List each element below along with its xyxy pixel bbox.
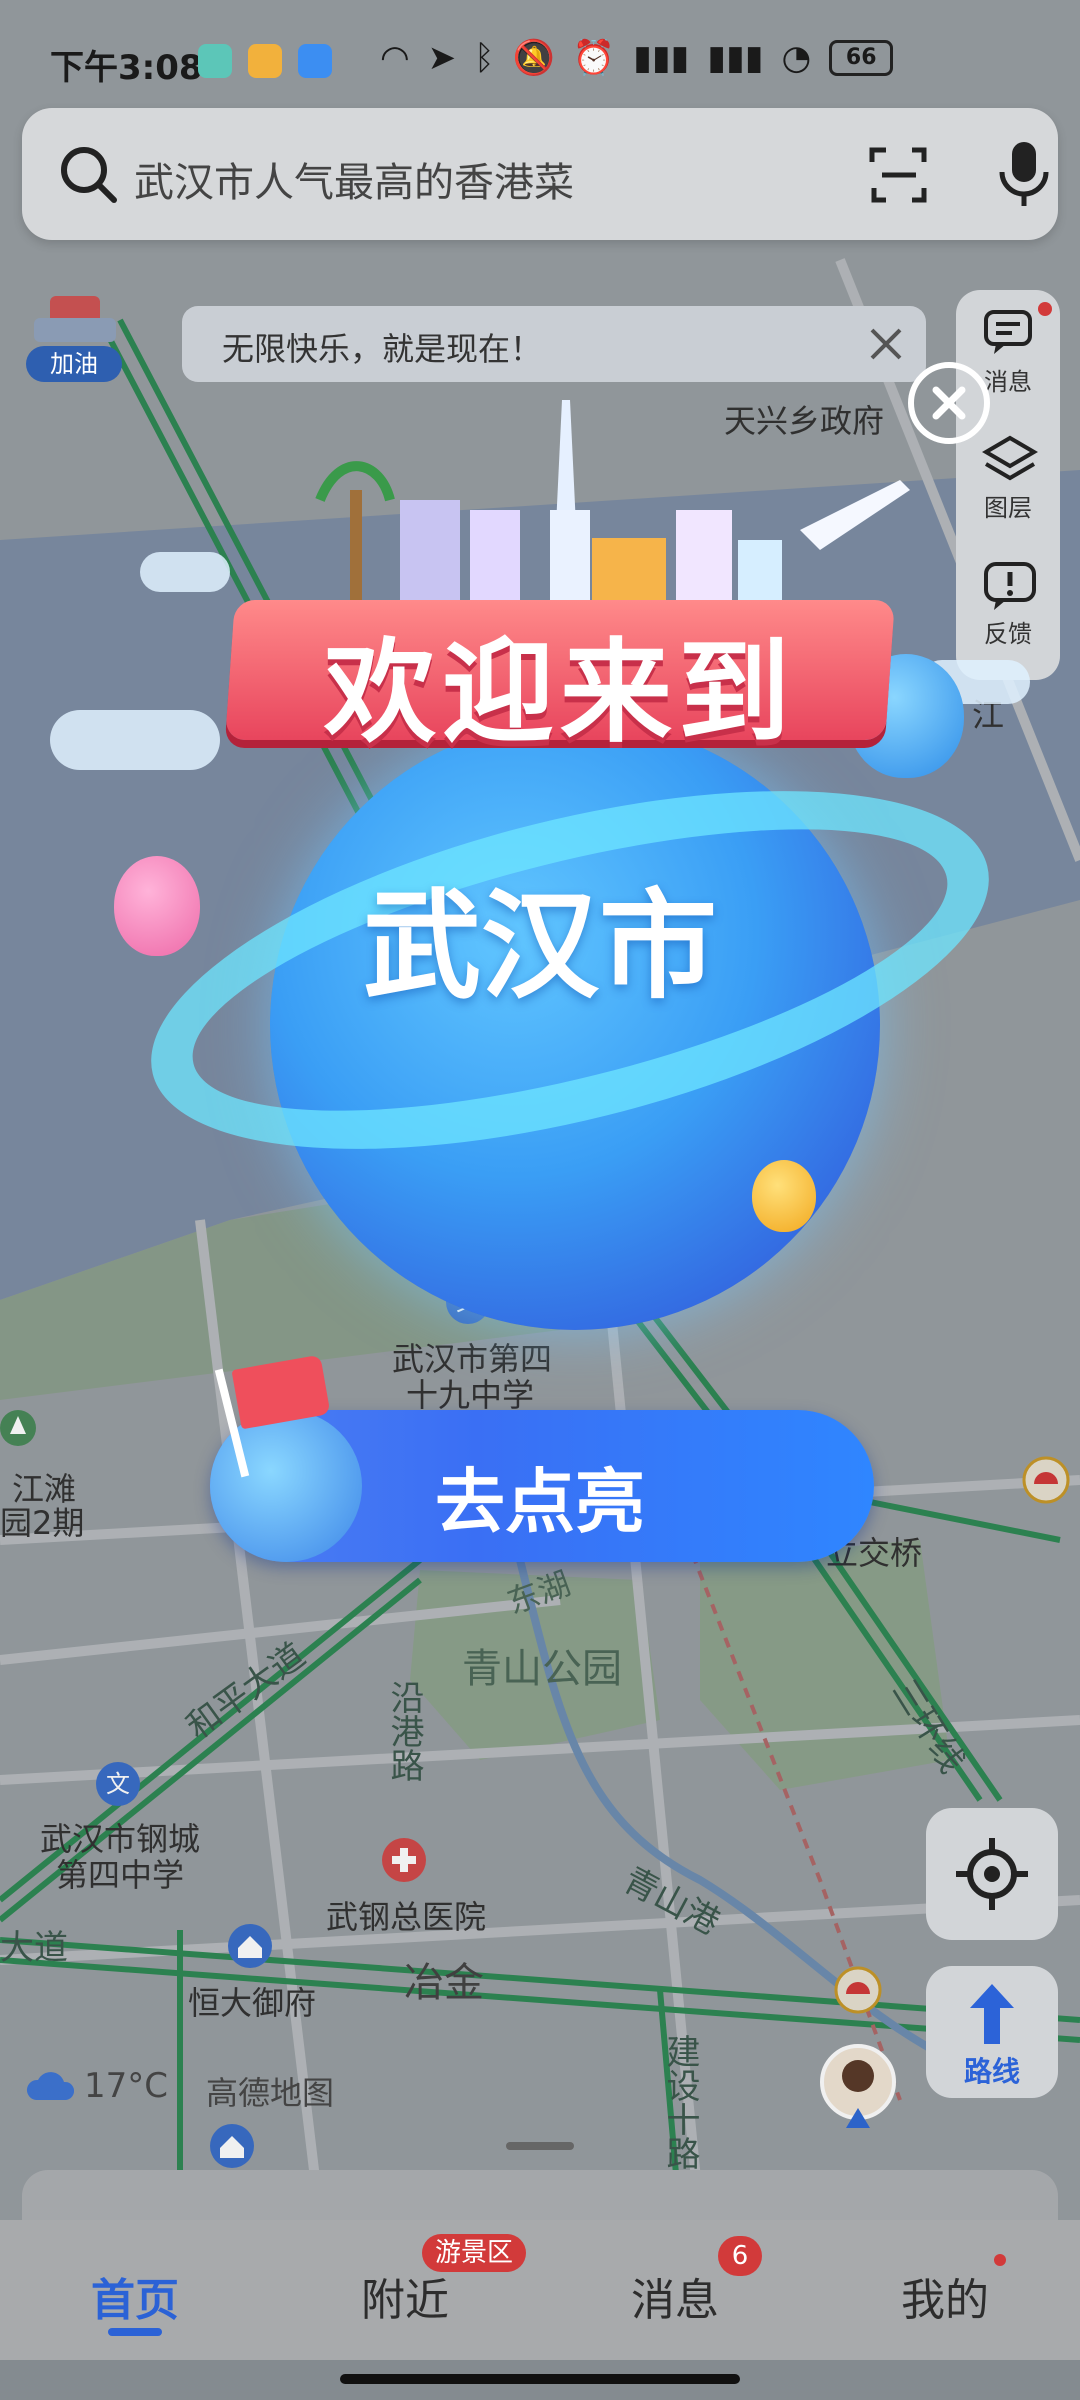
route-label: 路线 [963, 2055, 1020, 2088]
gas-station-marker-icon[interactable] [834, 1966, 882, 2022]
brand-watermark: 高德地图 [206, 2074, 335, 2112]
wifi-icon: ◔ [781, 38, 812, 78]
route-arrow-icon [970, 1984, 1014, 2044]
wechat-notification-icon [198, 44, 232, 78]
active-tab-indicator [108, 2328, 162, 2336]
search-input[interactable]: 武汉市人气最高的香港菜 [134, 150, 574, 208]
city-name: 武汉市 [362, 877, 717, 1015]
microphone-icon[interactable] [996, 138, 1052, 210]
notice-bar[interactable]: 无限快乐，就是现在！ [182, 306, 926, 382]
bluetooth-icon: ᛒ [474, 38, 495, 78]
light-up-label: 去点亮 [435, 1461, 645, 1543]
map-label-yangang: 沿港路 [384, 1680, 424, 1782]
headphones-icon: ◠ [380, 38, 410, 78]
battery-indicator: 66 [829, 40, 894, 76]
map-label-yejin: 冶金 [404, 1960, 484, 2006]
alarm-icon: ⏰ [572, 38, 616, 78]
school-marker-icon[interactable]: 文 [94, 1760, 142, 1808]
map-label-jiangtan-2: 园2期 [0, 1504, 85, 1542]
cloud-decoration [140, 552, 230, 592]
route-button[interactable]: 路线 [926, 1966, 1058, 2098]
map-label-jianshe: 建设十路 [660, 2034, 700, 2170]
welcome-popup: 欢迎来到 武汉市 [40, 380, 1040, 1330]
bottom-tab-bar: 首页 附近 游景区 消息 6 我的 [0, 2220, 1080, 2360]
scenic-badge: 游景区 [422, 2234, 526, 2272]
tab-nearby[interactable]: 附近 游景区 [270, 2220, 540, 2360]
svg-text:文: 文 [106, 1770, 130, 1798]
signal-icon: ▮▮▮ [633, 38, 690, 78]
map-label-qingshan-park: 青山公园 [462, 1646, 622, 1692]
tab-messages[interactable]: 消息 6 [540, 2220, 810, 2360]
message-icon [984, 310, 1032, 354]
close-icon [932, 386, 966, 420]
notification-dot [994, 2254, 1006, 2266]
status-time: 下午3:08 [50, 48, 203, 88]
light-up-button[interactable]: 去点亮 [210, 1410, 874, 1562]
close-icon[interactable] [864, 322, 908, 366]
message-count-badge: 6 [718, 2236, 762, 2276]
map-label-hengda: 恒大御府 [188, 1984, 317, 2022]
yellow-balloon-icon [752, 1160, 816, 1232]
user-location-avatar-icon[interactable] [818, 2042, 898, 2142]
fuel-marker[interactable]: 加油 [20, 290, 130, 386]
gas-station-icon [34, 296, 116, 342]
cloud-icon [27, 2072, 74, 2100]
tab-messages-label: 消息 [631, 2275, 719, 2326]
scan-icon[interactable] [868, 144, 930, 206]
notification-dot [1038, 302, 1052, 316]
tab-home[interactable]: 首页 [0, 2220, 270, 2360]
tab-home-label: 首页 [91, 2275, 179, 2326]
residence-marker-icon[interactable] [226, 1922, 274, 1970]
locate-button[interactable] [926, 1808, 1058, 1940]
map-label-gangcheng-2: 第四中学 [56, 1856, 185, 1894]
search-icon[interactable] [56, 142, 120, 206]
mute-icon: 🔕 [512, 38, 555, 78]
cloud-decoration [50, 710, 220, 770]
sheet-handle[interactable] [506, 2142, 574, 2150]
app-notification-icon [298, 44, 332, 78]
location-icon: ➤ [427, 38, 457, 78]
park-marker-icon[interactable] [0, 1404, 40, 1452]
signal-icon: ▮▮▮ [707, 38, 764, 78]
tab-me-label: 我的 [901, 2275, 989, 2326]
search-bar[interactable]: 武汉市人气最高的香港菜 [22, 108, 1058, 240]
city-skyline-icon [315, 400, 910, 610]
tab-nearby-label: 附近 [361, 2275, 449, 2326]
notice-text: 无限快乐，就是现在！ [222, 330, 543, 368]
status-bar: 下午3:08 ◠ ➤ ᛒ 🔕 ⏰ ▮▮▮ ▮▮▮ ◔ 66 [0, 0, 1080, 110]
popup-close-button[interactable] [908, 362, 990, 444]
temperature: 17°C [84, 2066, 169, 2106]
hospital-marker-icon[interactable] [380, 1836, 428, 1884]
weather-widget[interactable]: 17°C [26, 2066, 168, 2106]
map-label-dadao: 大道 [0, 1928, 68, 1968]
tab-me[interactable]: 我的 [810, 2220, 1080, 2360]
system-icons: ◠ ➤ ᛒ 🔕 ⏰ ▮▮▮ ▮▮▮ ◔ 66 [380, 38, 894, 78]
residence-marker-icon[interactable] [208, 2122, 256, 2170]
welcome-title: 欢迎来到 [324, 628, 796, 758]
gas-station-marker-icon[interactable] [1022, 1456, 1070, 1512]
message-notification-icon [248, 44, 282, 78]
map-label-hospital: 武钢总医院 [326, 1898, 487, 1936]
home-indicator[interactable] [340, 2374, 740, 2384]
fuel-marker-label: 加油 [26, 346, 122, 382]
locate-icon [956, 1838, 1028, 1910]
